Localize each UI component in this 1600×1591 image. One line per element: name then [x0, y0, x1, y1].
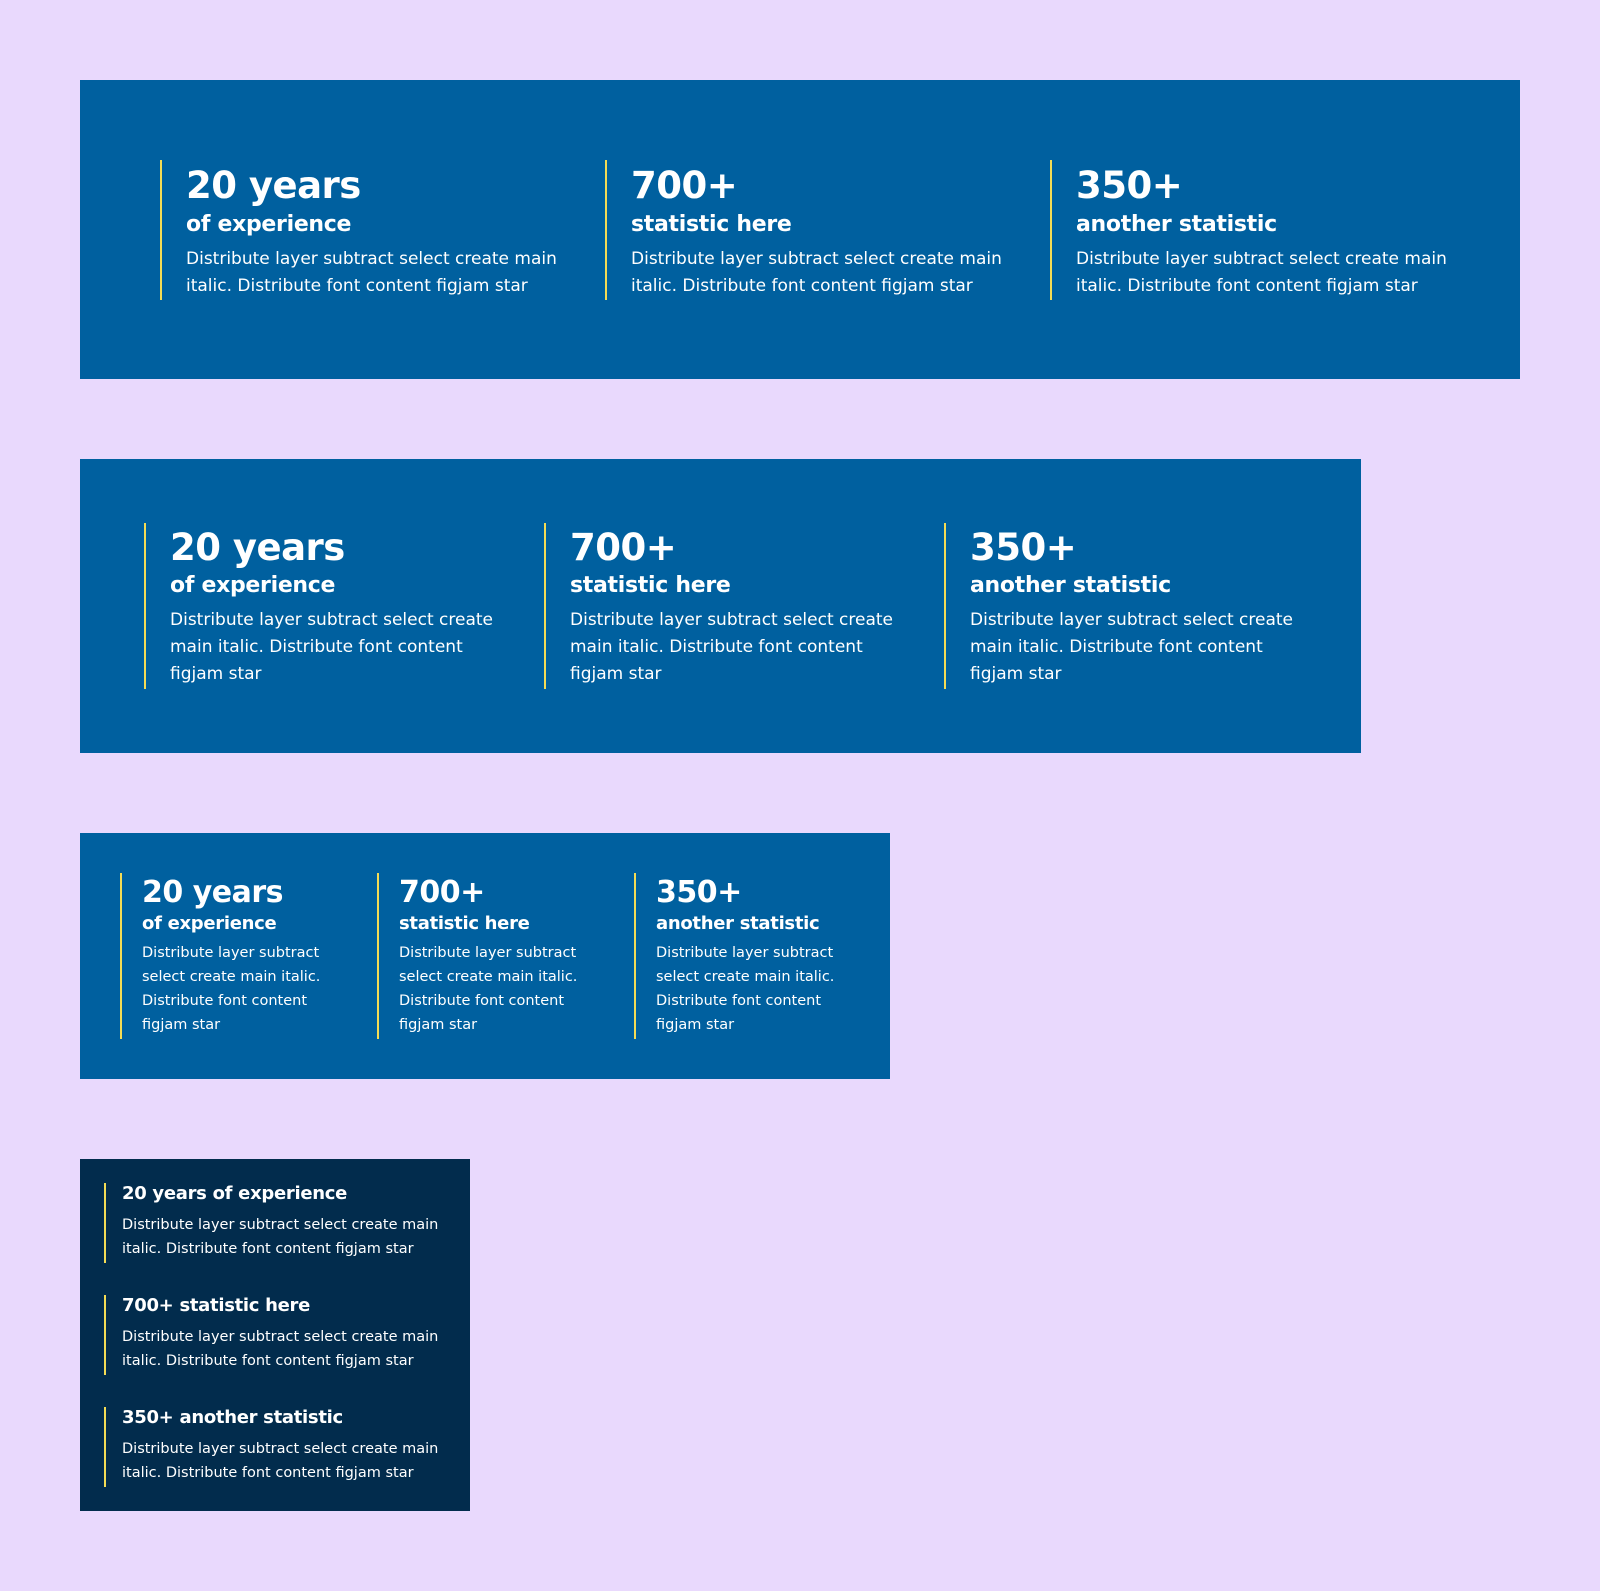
stat-label: of experience [170, 573, 336, 598]
stat-number: 700+ [122, 1295, 174, 1316]
stat-number: 700+ [570, 526, 677, 569]
stat-description: Distribute layer subtract select create … [656, 945, 835, 1033]
stat-label: of experience [186, 212, 352, 237]
stat-description: Distribute layer subtract select create … [631, 249, 1002, 296]
stat-item-experience: 20 years of experience Distribute layer … [120, 873, 360, 1039]
stat-description: Distribute layer subtract select create … [1076, 249, 1447, 296]
stat-description: Distribute layer subtract select create … [186, 249, 557, 296]
stat-label: another statistic [970, 573, 1171, 598]
stat-number: 20 years [170, 526, 345, 569]
stat-label: of experience [212, 1183, 348, 1204]
stat-number: 350+ [1076, 164, 1183, 207]
stats-panel-stacked: 20 years of experience Distribute layer s… [80, 1159, 470, 1511]
stat-number: 350+ [970, 526, 1077, 569]
stat-number: 700+ [631, 164, 738, 207]
stat-description: Distribute layer subtract select create … [399, 945, 578, 1033]
stat-label: another statistic [656, 913, 820, 934]
stat-number: 20 years [122, 1183, 207, 1204]
stat-label: statistic here [631, 212, 792, 237]
stat-item-700: 700+ statistic here Distribute layer sub… [605, 160, 1035, 300]
stat-heading: 350+ another statistic [122, 1407, 454, 1429]
stat-item-350: 350+ another statistic Distribute layer s… [104, 1407, 454, 1487]
stat-description: Distribute layer subtract select create … [122, 1217, 439, 1257]
stat-heading: 700+ statistic here [122, 1295, 454, 1317]
stat-description: Distribute layer subtract select create … [122, 1441, 439, 1481]
stat-item-experience: 20 years of experience Distribute layer s… [104, 1183, 454, 1263]
stat-label: statistic here [179, 1295, 311, 1316]
stats-panel-medium: 20 years of experience Distribute layer … [80, 459, 1361, 753]
stat-description: Distribute layer subtract select create … [142, 945, 321, 1033]
stat-label: of experience [142, 913, 277, 934]
stat-item-experience: 20 years of experience Distribute layer … [144, 523, 524, 689]
stat-number: 700+ [399, 875, 485, 910]
stat-label: another statistic [179, 1407, 343, 1428]
stat-description: Distribute layer subtract select create … [170, 610, 493, 684]
stat-item-experience: 20 years of experience Distribute layer … [160, 160, 590, 300]
stat-label: another statistic [1076, 212, 1277, 237]
stats-panel-wide: 20 years of experience Distribute layer … [80, 80, 1520, 379]
stat-item-700: 700+ statistic here Distribute layer sub… [377, 873, 617, 1039]
stat-item-350: 350+ another statistic Distribute layer … [1050, 160, 1480, 300]
stat-description: Distribute layer subtract select create … [122, 1329, 439, 1369]
stat-item-700: 700+ statistic here Distribute layer sub… [544, 523, 924, 689]
stat-item-350: 350+ another statistic Distribute layer … [634, 873, 874, 1039]
stat-number: 350+ [656, 875, 742, 910]
stat-number: 20 years [142, 875, 284, 910]
stat-heading: 20 years of experience [122, 1183, 454, 1205]
stat-number: 350+ [122, 1407, 174, 1428]
stat-label: statistic here [399, 913, 530, 934]
stat-item-350: 350+ another statistic Distribute layer … [944, 523, 1324, 689]
stat-item-700: 700+ statistic here Distribute layer subt… [104, 1295, 454, 1375]
stat-description: Distribute layer subtract select create … [970, 610, 1293, 684]
stat-description: Distribute layer subtract select create … [570, 610, 893, 684]
stat-number: 20 years [186, 164, 361, 207]
stat-label: statistic here [570, 573, 731, 598]
stats-panel-compact: 20 years of experience Distribute layer … [80, 833, 890, 1079]
